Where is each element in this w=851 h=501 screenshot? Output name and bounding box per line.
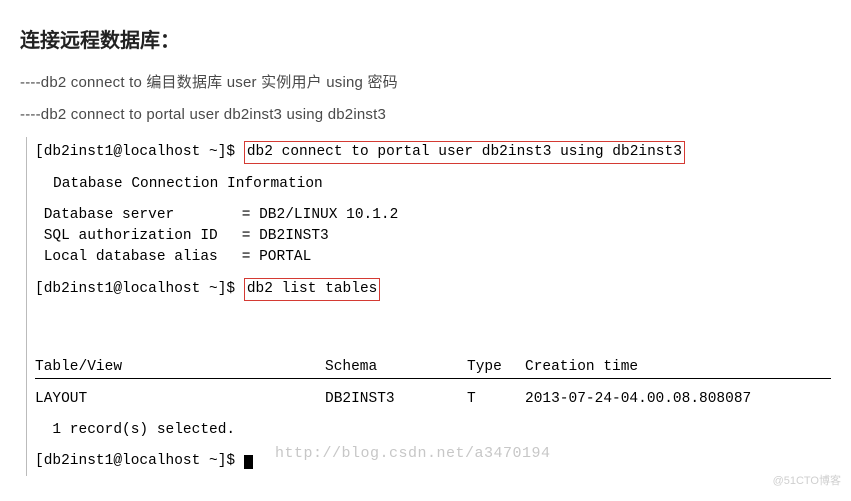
highlighted-command-1: db2 connect to portal user db2inst3 usin… — [244, 141, 685, 164]
col-creation: Creation time — [525, 359, 638, 375]
highlighted-command-2: db2 list tables — [244, 278, 381, 301]
source-watermark: @51CTO博客 — [773, 472, 841, 488]
info-label: Local database alias — [44, 247, 242, 268]
info-row: Local database alias= PORTAL — [35, 247, 831, 268]
prompt-line-2: [db2inst1@localhost ~]$ db2 list tables … — [35, 278, 831, 343]
command-example-line: ----db2 connect to portal user db2inst3 … — [20, 106, 831, 123]
cell-type: T — [467, 389, 525, 410]
col-type: Type — [467, 357, 525, 378]
section-heading: 连接远程数据库： — [20, 24, 831, 53]
info-label: Database server — [44, 205, 242, 226]
table-data-row: LAYOUTDB2INST3T2013-07-24-04.00.08.80808… — [35, 389, 831, 410]
cursor-icon — [244, 455, 253, 469]
info-value: = DB2INST3 — [242, 228, 329, 244]
records-selected-line: 1 record(s) selected. — [35, 420, 831, 441]
table-header-row: Table/ViewSchemaTypeCreation time — [35, 357, 831, 379]
info-value: = DB2/LINUX 10.1.2 — [242, 207, 399, 223]
info-row: Database server= DB2/LINUX 10.1.2 — [35, 205, 831, 226]
shell-prompt: [db2inst1@localhost ~]$ — [35, 453, 244, 469]
col-schema: Schema — [325, 357, 467, 378]
shell-prompt: [db2inst1@localhost ~]$ — [35, 144, 244, 160]
info-value: = PORTAL — [242, 249, 312, 265]
prompt-line-3: [db2inst1@localhost ~]$ — [35, 451, 831, 472]
connection-info-title: Database Connection Information — [53, 174, 831, 195]
cell-tableview: LAYOUT — [35, 389, 325, 410]
cell-creation: 2013-07-24-04.00.08.808087 — [525, 391, 751, 407]
prompt-line-1: [db2inst1@localhost ~]$ db2 connect to p… — [35, 141, 831, 164]
terminal-output: [db2inst1@localhost ~]$ db2 connect to p… — [26, 137, 831, 476]
col-tableview: Table/View — [35, 357, 325, 378]
info-row: SQL authorization ID= DB2INST3 — [35, 226, 831, 247]
command-template-line: ----db2 connect to 编目数据库 user 实例用户 using… — [20, 71, 831, 92]
cell-schema: DB2INST3 — [325, 389, 467, 410]
shell-prompt: [db2inst1@localhost ~]$ — [35, 281, 244, 297]
info-label: SQL authorization ID — [44, 226, 242, 247]
